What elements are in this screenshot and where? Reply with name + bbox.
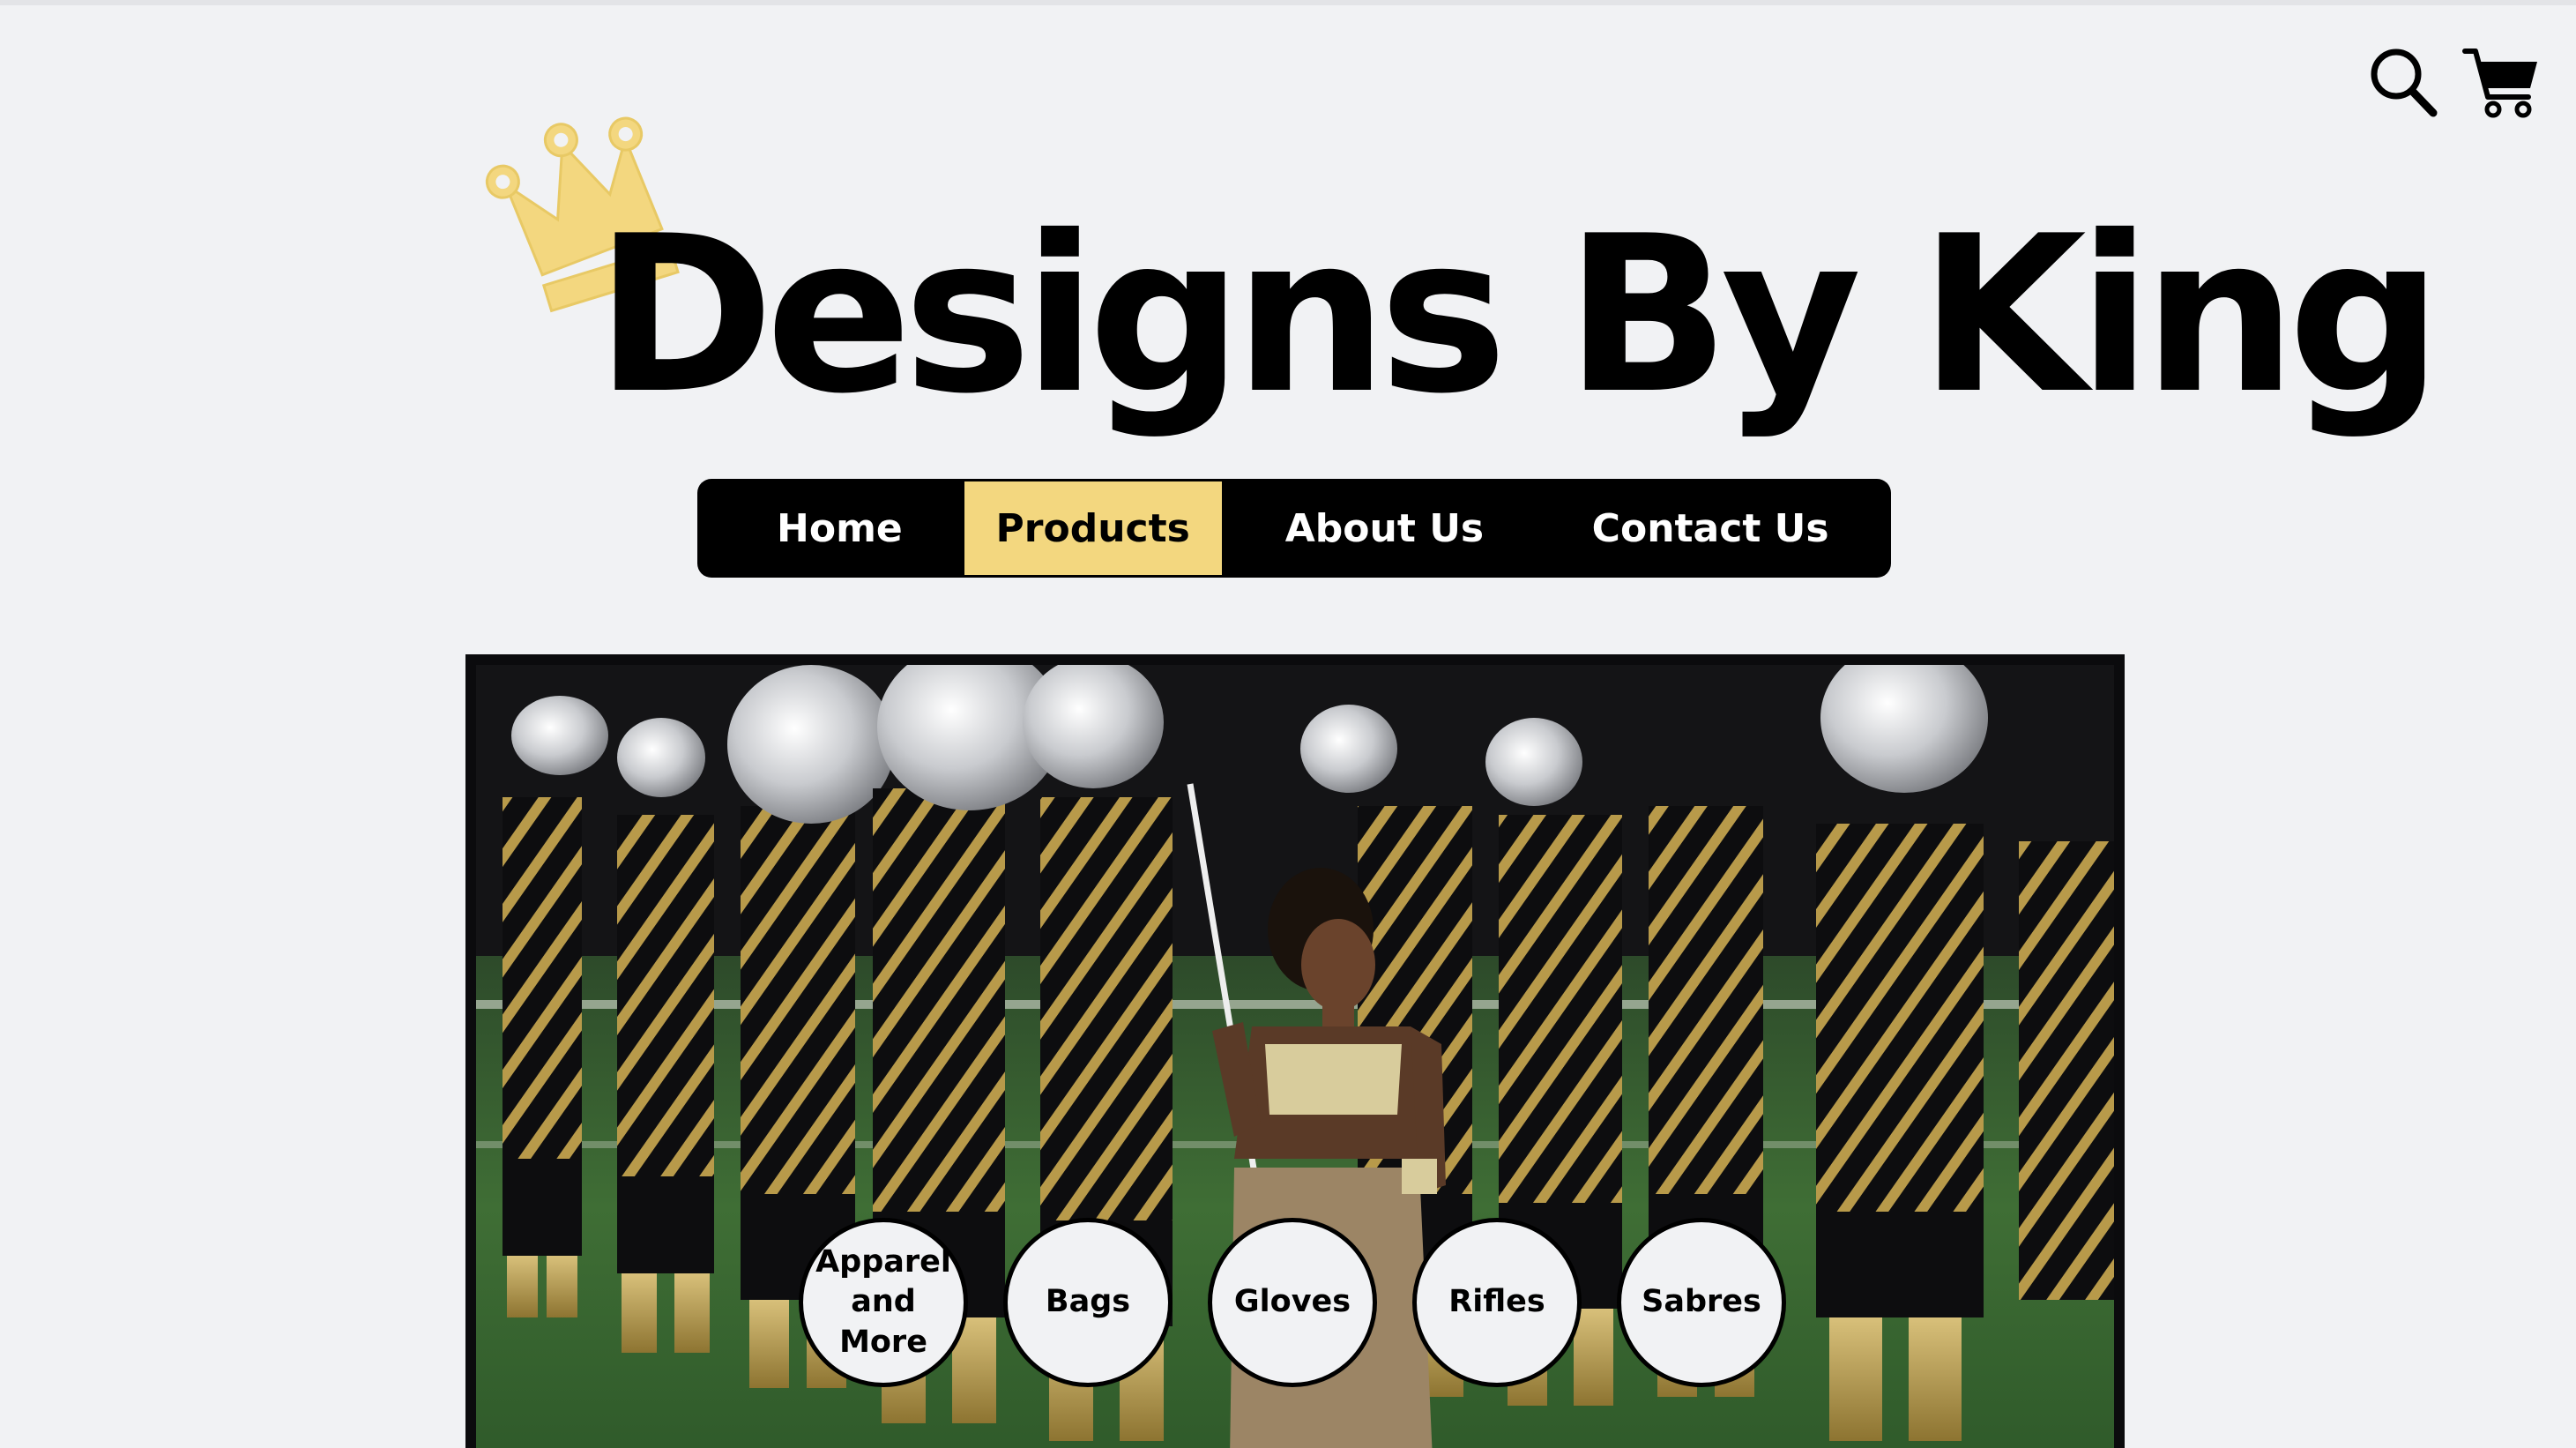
category-label: Gloves [1233, 1284, 1351, 1320]
main-nav: Home Products About Us Contact Us [697, 479, 1891, 578]
category-apparel-and-more[interactable]: Apparel and More [799, 1218, 968, 1387]
cart-icon [2462, 49, 2537, 118]
nav-item-about-us[interactable]: About Us [1222, 481, 1548, 575]
nav-item-home[interactable]: Home [715, 481, 964, 575]
top-border [0, 0, 2576, 5]
category-label: Sabres [1642, 1284, 1761, 1320]
category-gloves[interactable]: Gloves [1208, 1218, 1377, 1387]
category-label: Apparel and More [815, 1243, 951, 1360]
brand-title: Designs By King [595, 190, 2443, 441]
site-logo[interactable]: Designs By King [467, 97, 2443, 450]
nav-item-products[interactable]: Products [964, 481, 1222, 575]
category-bags[interactable]: Bags [1003, 1218, 1173, 1387]
category-label: Rifles [1448, 1284, 1545, 1320]
nav-item-contact-us[interactable]: Contact Us [1547, 481, 1873, 575]
cart-button[interactable] [2461, 46, 2541, 120]
category-sabres[interactable]: Sabres [1617, 1218, 1786, 1387]
category-rifles[interactable]: Rifles [1412, 1218, 1582, 1387]
search-icon [2371, 49, 2438, 117]
category-label: Bags [1045, 1284, 1131, 1320]
category-links: Apparel and More Bags Gloves Rifles Sabr… [799, 1218, 1793, 1394]
search-button[interactable] [2368, 46, 2438, 120]
